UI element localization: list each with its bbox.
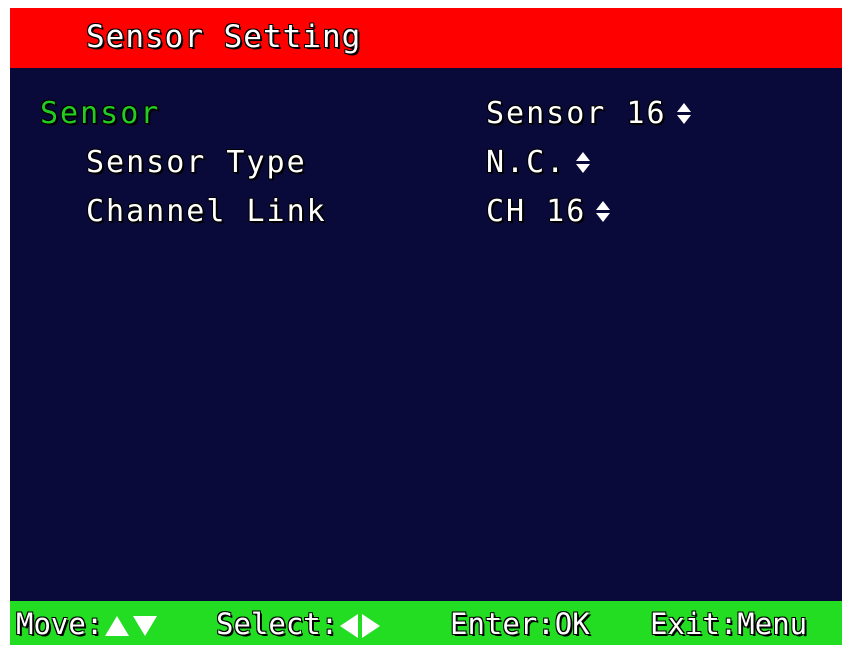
help-exit: Exit:Menu	[650, 607, 808, 641]
menu-row-sensor[interactable]: Sensor Sensor 16	[10, 96, 842, 136]
osd-screen: Sensor Setting Sensor Sensor 16 Sensor T…	[10, 8, 842, 645]
move-label: Move:	[16, 607, 104, 641]
channel-link-value-text: CH 16	[486, 194, 587, 229]
sensor-type-value[interactable]: N.C.	[486, 145, 591, 180]
menu-row-channel-link[interactable]: Channel Link CH 16	[10, 194, 842, 234]
sensor-type-label: Sensor Type	[86, 145, 307, 180]
help-enter: Enter:OK	[450, 607, 590, 641]
right-arrow-icon	[362, 614, 381, 638]
left-arrow-icon	[340, 614, 359, 638]
sensor-label: Sensor	[40, 96, 161, 131]
channel-link-label: Channel Link	[86, 194, 327, 229]
up-down-arrows-icon[interactable]	[676, 103, 691, 125]
page-title: Sensor Setting	[86, 19, 362, 55]
select-label: Select:	[216, 607, 339, 641]
up-down-arrows-icon[interactable]	[576, 152, 591, 174]
sensor-value-text: Sensor 16	[486, 96, 667, 131]
help-select: Select:	[216, 607, 382, 641]
help-move: Move:	[16, 607, 159, 641]
sensor-type-value-text: N.C.	[486, 145, 567, 180]
menu-row-sensor-type[interactable]: Sensor Type N.C.	[10, 145, 842, 185]
down-arrow-icon	[133, 616, 158, 636]
help-bar: Move: Select: Enter:OK Exit:Menu	[10, 601, 842, 645]
sensor-value[interactable]: Sensor 16	[486, 96, 691, 131]
channel-link-value[interactable]: CH 16	[486, 194, 611, 229]
up-down-arrows-icon[interactable]	[596, 201, 611, 223]
title-bar: Sensor Setting	[10, 8, 842, 68]
up-arrow-icon	[105, 616, 130, 636]
